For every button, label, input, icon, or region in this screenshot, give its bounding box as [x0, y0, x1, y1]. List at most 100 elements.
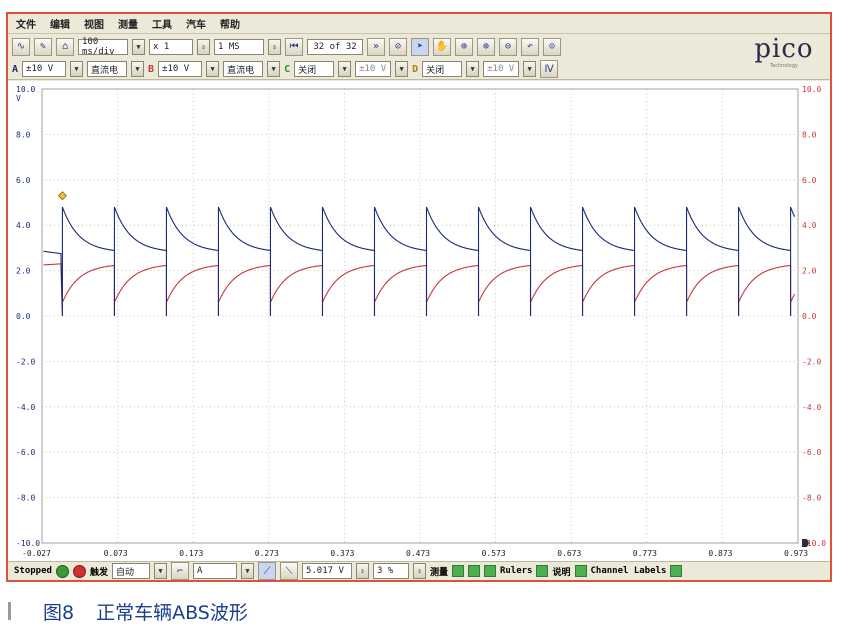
- y-tick-label-left: -6.0: [16, 448, 35, 457]
- y-axis-right: 10.08.06.04.02.00.0-2.0-4.0-6.0-8.0-10.0: [802, 85, 826, 548]
- channel-b-range[interactable]: ±10 V: [158, 61, 203, 77]
- y-tick-label-left: -10.0: [16, 539, 40, 548]
- x-tick-label: -0.027: [22, 549, 51, 558]
- timebase-select[interactable]: 100 ms/div: [78, 37, 128, 57]
- channel-labels-toggle-icon[interactable]: [670, 565, 683, 577]
- y-tick-label-left: 2.0: [16, 267, 31, 276]
- x-tick-label: 0.173: [179, 549, 203, 558]
- trigger-edge-icon[interactable]: ⌐: [170, 562, 189, 580]
- rulers-label: Rulers: [499, 566, 533, 576]
- zoom-fit-icon[interactable]: ⊙: [543, 37, 561, 56]
- chevron-down-icon[interactable]: ▼: [395, 61, 409, 77]
- hand-icon[interactable]: ✋: [433, 37, 451, 56]
- x-tick-label: 0.673: [557, 549, 581, 558]
- channel-b-label: B: [148, 63, 155, 75]
- chevron-down-icon[interactable]: ▼: [206, 61, 220, 77]
- samples-select[interactable]: 1 MS: [214, 38, 264, 55]
- menu-file[interactable]: 文件: [16, 16, 36, 31]
- trigger-channel-select[interactable]: A: [192, 563, 237, 579]
- measure-label: 测量: [429, 567, 448, 578]
- zoom-out-icon[interactable]: ⊖: [499, 37, 517, 56]
- first-buffer-icon[interactable]: ⏮: [285, 37, 303, 56]
- channel-b-coupling[interactable]: 直流电: [223, 61, 264, 77]
- stepper-icon[interactable]: ⇕: [412, 563, 426, 579]
- scope-plot-area[interactable]: 10.0 8.0 6.0 4.0 2.0 0.0 -2.0 -4.0 -6.0 -8.0 -10.0…: [8, 81, 830, 568]
- rulers-toggle-icon[interactable]: [536, 565, 549, 577]
- no-entry-icon[interactable]: ⊘: [389, 37, 407, 56]
- menu-tools[interactable]: 工具: [152, 16, 172, 31]
- y-tick-label-right: -2.0: [802, 357, 821, 366]
- stepper-icon[interactable]: ⇕: [355, 563, 369, 579]
- channel-a-range[interactable]: ±10 V: [22, 61, 67, 77]
- stop-icon[interactable]: [72, 564, 86, 578]
- trigger-marker: [57, 191, 67, 201]
- zoom-select[interactable]: x 1: [149, 38, 193, 55]
- notes-label: 说明: [552, 567, 571, 578]
- y-tick-label-right: 6.0: [802, 176, 817, 185]
- falling-edge-icon[interactable]: ⟍: [279, 562, 298, 580]
- start-icon[interactable]: [55, 564, 69, 578]
- y-axis-left: 10.0 8.0 6.0 4.0 2.0 0.0 -2.0 -4.0 -6.0 -8.0 -10.0…: [16, 85, 40, 548]
- capture-state: Stopped: [14, 566, 52, 576]
- figure-number: 图8: [43, 601, 75, 624]
- channel-d-range[interactable]: ±10 V: [483, 61, 520, 77]
- chevron-down-icon[interactable]: ▼: [131, 61, 145, 77]
- home-icon[interactable]: ⌂: [56, 37, 74, 56]
- series-b-line: [43, 263, 796, 317]
- y-tick-label-right: -6.0: [802, 448, 821, 457]
- stepper-icon[interactable]: ⇕: [268, 38, 281, 55]
- y-unit-label: V: [16, 94, 21, 103]
- y-tick-label-left: -2.0: [16, 357, 35, 366]
- scope-mode-icon[interactable]: ∿: [12, 37, 30, 56]
- chevron-down-icon[interactable]: ▼: [70, 61, 84, 77]
- pointer-icon[interactable]: ➤: [411, 37, 429, 56]
- y-tick-label-left: 8.0: [16, 130, 31, 139]
- pretrigger-input[interactable]: 3 %: [372, 563, 409, 579]
- chevron-down-icon[interactable]: ▼: [338, 61, 352, 77]
- y-tick-label-right: 4.0: [802, 221, 817, 230]
- y-tick-label-right: -4.0: [802, 403, 821, 412]
- menu-help[interactable]: 帮助: [220, 16, 240, 31]
- channel-c-coupling[interactable]: 关闭: [294, 61, 335, 77]
- channel-c-label: C: [284, 63, 291, 75]
- rising-edge-icon[interactable]: ⟋: [257, 562, 276, 580]
- undo-zoom-icon[interactable]: ↶: [521, 37, 539, 56]
- channel-a-coupling[interactable]: 直流电: [87, 61, 128, 77]
- y-tick-label-right: 8.0: [802, 130, 817, 139]
- stepper-icon[interactable]: ⇕: [197, 38, 210, 55]
- menu-measure[interactable]: 测量: [118, 16, 138, 31]
- channel-d-coupling[interactable]: 关闭: [422, 61, 463, 77]
- y-tick-label-left: -4.0: [16, 403, 35, 412]
- y-tick-label-left: 0.0: [16, 312, 31, 321]
- next-buffer-icon[interactable]: »: [367, 37, 385, 56]
- zoom-in-icon[interactable]: ⊕: [455, 37, 473, 56]
- delete-measure-icon[interactable]: [483, 565, 496, 577]
- zoom-area-icon[interactable]: ⊕: [477, 37, 495, 56]
- notes-toggle-icon[interactable]: [574, 565, 587, 577]
- trigger-level-input[interactable]: 5.017 V: [301, 563, 352, 579]
- channel-c-range[interactable]: ±10 V: [355, 61, 392, 77]
- buffer-navigator[interactable]: 32 of 32: [307, 38, 363, 55]
- add-measure-icon[interactable]: [451, 565, 464, 577]
- x-tick-label: 0.073: [104, 549, 128, 558]
- edit-measure-icon[interactable]: [467, 565, 480, 577]
- oscilloscope-window: 文件 编辑 视图 测量 工具 汽车 帮助 ∿ ✎ ⌂ 100 ms/div ▼ …: [6, 12, 832, 582]
- chevron-down-icon[interactable]: ▼: [466, 61, 480, 77]
- chevron-down-icon[interactable]: ▼: [240, 563, 254, 579]
- chevron-down-icon[interactable]: ▼: [267, 61, 281, 77]
- chevron-down-icon[interactable]: ▼: [153, 563, 167, 579]
- probe-icon[interactable]: ✎: [34, 37, 52, 56]
- menu-bar: 文件 编辑 视图 测量 工具 汽车 帮助: [8, 14, 830, 34]
- channel-d-label: D: [412, 63, 419, 75]
- chevron-down-icon[interactable]: ▼: [132, 38, 145, 55]
- chevron-down-icon[interactable]: ▼: [523, 61, 537, 77]
- waveform-chart[interactable]: 10.0 8.0 6.0 4.0 2.0 0.0 -2.0 -4.0 -6.0 -8.0 -10.0…: [8, 81, 830, 568]
- channel-options-icon[interactable]: Ⅳ: [540, 60, 559, 78]
- menu-view[interactable]: 视图: [84, 16, 104, 31]
- menu-automotive[interactable]: 汽车: [186, 16, 206, 31]
- traces: [43, 206, 796, 317]
- trigger-mode-select[interactable]: 自动: [111, 563, 150, 579]
- y-tick-label-right: 0.0: [802, 312, 817, 321]
- menu-edit[interactable]: 编辑: [50, 16, 70, 31]
- capture-toolbar: ∿ ✎ ⌂ 100 ms/div ▼ x 1 ⇕ 1 MS ⇕ ⏮ 32 of …: [8, 35, 830, 58]
